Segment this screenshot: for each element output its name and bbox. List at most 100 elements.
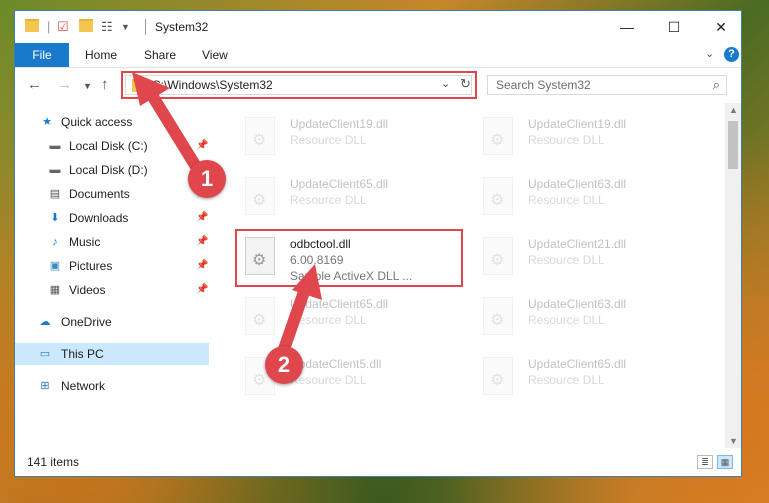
file-type: Resource DLL <box>290 133 367 147</box>
file-name: UpdateClient5.dll <box>290 357 382 371</box>
pin-icon: 📌 <box>196 236 209 247</box>
file-name: UpdateClient65.dll <box>290 297 389 311</box>
file-type: Resource DLL <box>528 133 605 147</box>
close-button[interactable]: ✕ <box>707 17 735 37</box>
item-count: 141 items <box>27 455 80 469</box>
tab-share[interactable]: Share <box>144 43 176 67</box>
pin-icon: 📌 <box>196 260 209 271</box>
vertical-scrollbar[interactable]: ▲ ▼ <box>725 103 741 448</box>
navigation-pane: ★ Quick access ▬ Local Disk (C:) 📌 ▬ Loc… <box>15 103 209 448</box>
file-name: UpdateClient63.dll <box>528 177 627 191</box>
sidebar-item-label: Downloads <box>69 211 129 225</box>
customize-toolbar-icon[interactable]: ☷ <box>101 19 113 35</box>
title-separator <box>145 19 146 35</box>
sidebar-item-documents[interactable]: ▤ Documents 📌 <box>15 183 209 205</box>
details-view-icon[interactable]: ≣ <box>697 455 713 469</box>
sidebar-item-local-disk-c[interactable]: ▬ Local Disk (C:) 📌 <box>15 135 209 157</box>
file-name: UpdateClient65.dll <box>528 357 627 371</box>
videos-icon: ▦ <box>49 284 61 296</box>
search-icon[interactable]: ⌕ <box>713 77 720 93</box>
properties-check-icon[interactable]: ☑ <box>57 19 69 35</box>
pin-icon: 📌 <box>196 140 209 151</box>
music-icon: ♪ <box>52 236 58 248</box>
file-item[interactable]: UpdateClient19.dll Resource DLL <box>479 113 699 163</box>
sidebar-item-videos[interactable]: ▦ Videos 📌 <box>15 279 209 301</box>
file-item[interactable]: UpdateClient63.dll Resource DLL <box>479 293 699 343</box>
folder-icon <box>25 19 39 35</box>
qa-dropdown-icon[interactable]: ▼ <box>121 22 130 32</box>
downloads-icon: ⬇ <box>50 212 60 224</box>
sidebar-item-label: Local Disk (D:) <box>69 163 148 177</box>
file-item[interactable]: UpdateClient65.dll Resource DLL <box>241 293 461 343</box>
new-folder-icon[interactable] <box>79 19 93 35</box>
sidebar-item-local-disk-d[interactable]: ▬ Local Disk (D:) <box>15 159 209 181</box>
sidebar-item-onedrive[interactable]: ☁ OneDrive <box>15 311 209 333</box>
dll-file-icon <box>483 297 513 335</box>
sidebar-item-music[interactable]: ♪ Music 📌 <box>15 231 209 253</box>
file-type: Resource DLL <box>290 373 367 387</box>
tab-home[interactable]: Home <box>85 43 117 67</box>
address-highlight-box <box>121 71 477 99</box>
drive-icon: ▬ <box>49 164 61 176</box>
file-type: Resource DLL <box>528 313 605 327</box>
divider: | <box>47 19 51 34</box>
ribbon-tabs: File Home Share View ⌄ ? <box>15 43 741 68</box>
large-icons-view-icon[interactable]: ▦ <box>717 455 733 469</box>
dll-file-icon <box>245 117 275 155</box>
forward-arrow-icon[interactable]: → <box>57 76 72 93</box>
documents-icon: ▤ <box>49 188 61 200</box>
pictures-icon: ▣ <box>49 260 61 272</box>
sidebar-item-pictures[interactable]: ▣ Pictures 📌 <box>15 255 209 277</box>
file-list: UpdateClient19.dll Resource DLL UpdateCl… <box>225 103 725 448</box>
scroll-down-icon[interactable]: ▼ <box>729 436 738 446</box>
file-name: UpdateClient19.dll <box>528 117 627 131</box>
minimize-button[interactable]: — <box>613 17 641 37</box>
file-type: Resource DLL <box>290 193 367 207</box>
file-item[interactable]: UpdateClient21.dll Resource DLL <box>479 233 699 283</box>
sidebar-item-downloads[interactable]: ⬇ Downloads 📌 <box>15 207 209 229</box>
back-arrow-icon[interactable]: ← <box>27 76 42 93</box>
sidebar-item-label: This PC <box>61 347 104 361</box>
sidebar-item-quick-access[interactable]: ★ Quick access <box>15 111 209 133</box>
help-icon[interactable]: ? <box>724 47 739 62</box>
file-highlight-box <box>235 229 463 287</box>
file-item[interactable]: UpdateClient19.dll Resource DLL <box>241 113 461 163</box>
status-bar: 141 items ≣ ▦ <box>15 451 741 477</box>
file-explorer-window: | ☑ ☷ ▼ System32 — ☐ ✕ File Home Share V… <box>14 10 742 477</box>
file-type: Resource DLL <box>528 193 605 207</box>
file-name: UpdateClient21.dll <box>528 237 627 251</box>
sidebar-item-label: Network <box>61 379 106 393</box>
file-name: UpdateClient65.dll <box>290 177 389 191</box>
search-placeholder: Search System32 <box>496 78 591 92</box>
dll-file-icon <box>483 357 513 395</box>
sidebar-item-label: Quick access <box>61 115 133 129</box>
dll-file-icon <box>483 237 513 275</box>
sidebar-item-network[interactable]: ⊞ Network <box>15 375 209 397</box>
tab-file[interactable]: File <box>15 43 69 67</box>
dll-file-icon <box>245 297 275 335</box>
file-name: UpdateClient63.dll <box>528 297 627 311</box>
sidebar-item-this-pc[interactable]: ▭ This PC <box>15 343 209 365</box>
sidebar-item-label: Pictures <box>69 259 113 273</box>
up-arrow-icon[interactable]: ↑ <box>101 76 109 93</box>
window-title: System32 <box>155 20 209 34</box>
tab-view[interactable]: View <box>202 43 228 67</box>
scroll-up-icon[interactable]: ▲ <box>729 105 738 115</box>
dll-file-icon <box>483 177 513 215</box>
network-icon: ⊞ <box>40 380 50 392</box>
title-bar: | ☑ ☷ ▼ System32 — ☐ ✕ <box>15 11 741 43</box>
expand-ribbon-icon[interactable]: ⌄ <box>705 47 714 60</box>
maximize-button[interactable]: ☐ <box>660 17 688 37</box>
pin-icon: 📌 <box>196 212 209 223</box>
recent-locations-icon[interactable]: ▼ <box>83 81 92 91</box>
dll-file-icon <box>245 177 275 215</box>
file-item[interactable]: UpdateClient65.dll Resource DLL <box>241 173 461 223</box>
sidebar-item-label: Videos <box>69 283 106 297</box>
file-name: UpdateClient19.dll <box>290 117 389 131</box>
file-type: Resource DLL <box>528 253 605 267</box>
scroll-thumb[interactable] <box>728 121 738 169</box>
file-type: Resource DLL <box>528 373 605 387</box>
file-item[interactable]: UpdateClient63.dll Resource DLL <box>479 173 699 223</box>
search-input[interactable]: Search System32 ⌕ <box>487 75 727 95</box>
file-item[interactable]: UpdateClient65.dll Resource DLL <box>479 353 699 403</box>
